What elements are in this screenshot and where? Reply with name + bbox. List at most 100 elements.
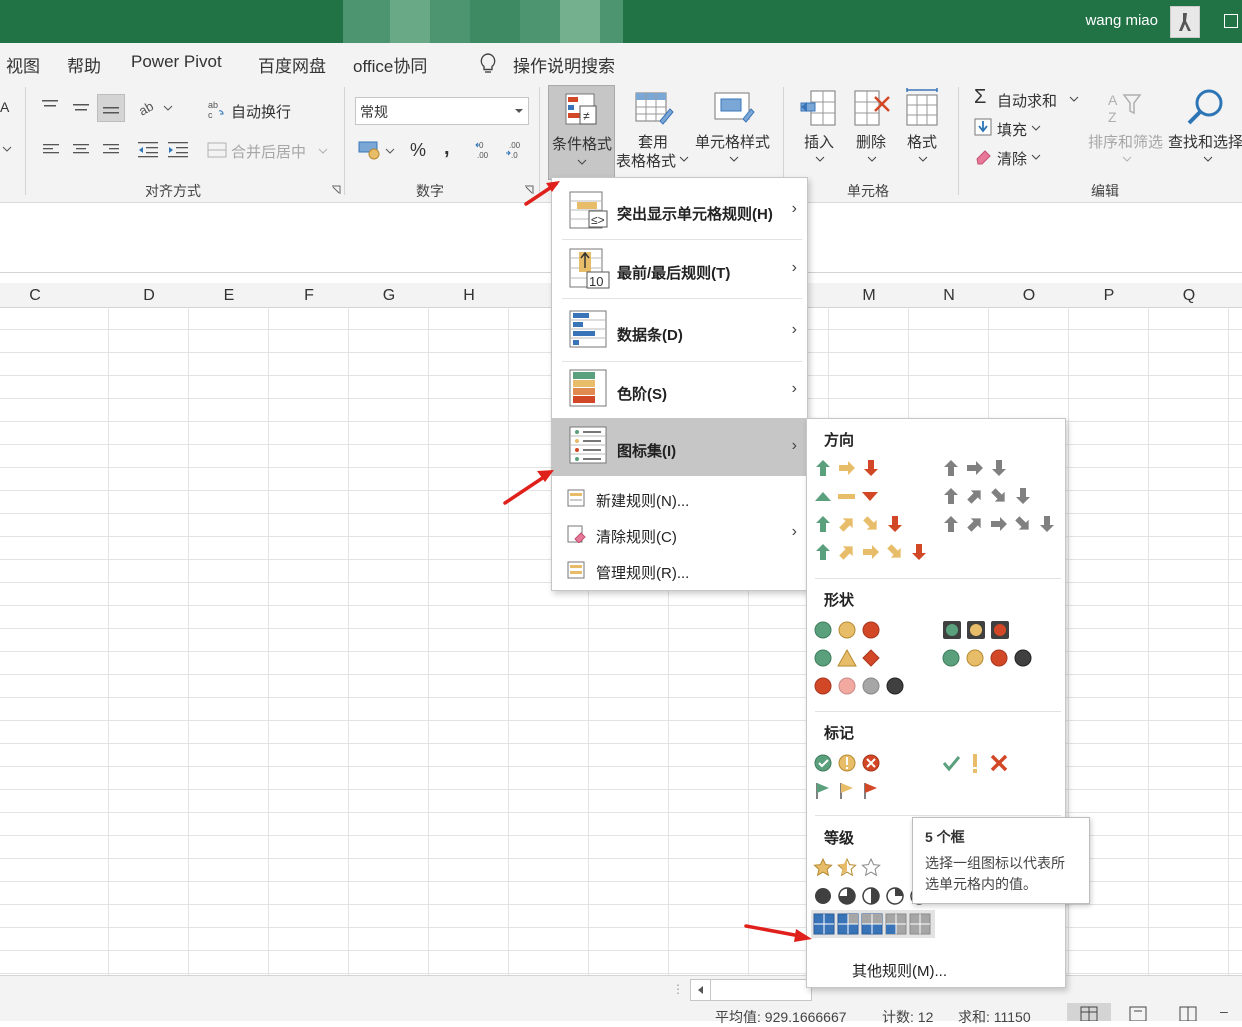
- icon-set-4-arrows-gray[interactable]: [941, 485, 1059, 507]
- normal-view-button[interactable]: [1067, 1003, 1111, 1022]
- svg-text:.00: .00: [477, 151, 489, 160]
- column-header[interactable]: H: [459, 287, 479, 305]
- menu-help[interactable]: 帮助: [67, 52, 101, 77]
- manage-rules-item[interactable]: 管理规则(R)...: [552, 555, 807, 585]
- decrease-indent-icon[interactable]: [137, 141, 159, 159]
- page-break-view-icon[interactable]: [1178, 1005, 1198, 1021]
- data-bars-item[interactable]: 数据条(D) ›: [552, 302, 807, 360]
- increase-decimal-icon[interactable]: 0 .00: [475, 139, 497, 161]
- icon-set-4-red-to-black[interactable]: [813, 675, 913, 697]
- chevron-down-icon[interactable]: [318, 147, 328, 155]
- new-rule-item[interactable]: 新建规则(N)...: [552, 483, 807, 513]
- horizontal-scrollbar[interactable]: [710, 979, 812, 1001]
- more-rules-link[interactable]: 其他规则(M)...: [852, 960, 947, 981]
- sort-filter-button[interactable]: 排序和筛选: [1088, 131, 1163, 152]
- chevron-down-icon[interactable]: [815, 155, 825, 163]
- icon-set-3-symbols-circled[interactable]: [813, 752, 913, 774]
- align-left-icon[interactable]: [42, 143, 60, 157]
- align-center-icon[interactable]: [72, 143, 90, 157]
- insert-button[interactable]: 插入: [804, 131, 834, 152]
- column-header[interactable]: M: [859, 287, 879, 305]
- chevron-down-icon[interactable]: [1122, 155, 1132, 163]
- column-header[interactable]: G: [379, 287, 399, 305]
- chevron-down-icon[interactable]: [679, 155, 689, 163]
- font-size-fragment-icon[interactable]: A: [0, 99, 9, 115]
- dialog-launcher-icon[interactable]: [331, 185, 341, 195]
- percent-style-button[interactable]: %: [410, 140, 426, 161]
- format-button[interactable]: 格式: [907, 131, 937, 152]
- column-header[interactable]: C: [25, 287, 45, 305]
- zoom-out-icon[interactable]: –: [1220, 1003, 1228, 1019]
- color-scales-item[interactable]: 色阶(S) ›: [552, 361, 807, 419]
- icon-set-4-arrows-colored[interactable]: [813, 513, 935, 535]
- menu-view[interactable]: 视图: [6, 52, 40, 77]
- page-layout-view-icon[interactable]: [1128, 1005, 1148, 1021]
- column-header[interactable]: Q: [1179, 287, 1199, 305]
- align-top-icon[interactable]: [40, 99, 60, 113]
- icon-set-4-traffic-lights[interactable]: [941, 647, 1041, 669]
- decrease-decimal-icon[interactable]: .00 .0: [505, 139, 527, 161]
- icon-set-5-quarters[interactable]: [813, 885, 928, 907]
- align-bottom-button[interactable]: [97, 94, 125, 122]
- autosum-button[interactable]: 自动求和: [997, 90, 1057, 111]
- merge-center-button[interactable]: 合并后居中: [231, 141, 306, 162]
- align-middle-icon[interactable]: [71, 101, 91, 115]
- lightbulb-icon[interactable]: [478, 52, 498, 74]
- chevron-down-icon[interactable]: [1203, 155, 1213, 163]
- icon-set-3-stars[interactable]: [813, 857, 913, 879]
- user-name[interactable]: wang miao: [1085, 12, 1158, 29]
- menu-power-pivot[interactable]: Power Pivot: [131, 52, 222, 72]
- increase-indent-icon[interactable]: [167, 141, 189, 159]
- fill-button[interactable]: 填充: [997, 119, 1027, 140]
- chevron-down-icon[interactable]: [918, 155, 928, 163]
- delete-button[interactable]: 删除: [856, 131, 886, 152]
- icon-set-3-traffic-lights-rimmed[interactable]: [941, 619, 1041, 641]
- tell-me-search[interactable]: 操作说明搜索: [513, 52, 615, 77]
- icon-sets-item[interactable]: 图标集(I) ›: [552, 418, 807, 476]
- column-header[interactable]: O: [1019, 287, 1039, 305]
- column-header[interactable]: P: [1099, 287, 1119, 305]
- accounting-format-icon[interactable]: [358, 139, 382, 161]
- format-as-table-label-1[interactable]: 套用: [638, 131, 668, 152]
- chevron-down-icon[interactable]: [1031, 153, 1041, 161]
- chevron-down-icon[interactable]: [867, 155, 877, 163]
- highlight-cells-rules-item[interactable]: ≤> 突出显示单元格规则(H) ›: [552, 181, 807, 239]
- splitter-handle-icon[interactable]: ⋮: [672, 982, 684, 996]
- chevron-down-icon[interactable]: [1031, 124, 1041, 132]
- chevron-down-icon[interactable]: [385, 147, 395, 155]
- column-header[interactable]: E: [219, 287, 239, 305]
- icon-set-3-arrows-gray[interactable]: [941, 457, 1059, 479]
- chevron-down-icon[interactable]: [2, 145, 12, 153]
- menu-office-collab[interactable]: office协同: [353, 52, 427, 77]
- menu-baidu-netdisk[interactable]: 百度网盘: [258, 52, 326, 77]
- icon-set-5-boxes[interactable]: [811, 910, 935, 938]
- icon-set-5-arrows-gray[interactable]: [941, 513, 1059, 535]
- icon-set-3-triangles[interactable]: [813, 485, 935, 507]
- number-format-select[interactable]: 常规: [355, 97, 529, 125]
- icon-set-3-signs[interactable]: [813, 647, 913, 669]
- column-header[interactable]: D: [139, 287, 159, 305]
- scroll-left-button[interactable]: [690, 979, 712, 1001]
- avatar[interactable]: [1170, 6, 1200, 38]
- conditional-formatting-button[interactable]: ≠ 条件格式: [548, 85, 615, 180]
- find-select-button[interactable]: 查找和选择: [1168, 131, 1242, 152]
- clear-button[interactable]: 清除: [997, 148, 1027, 169]
- chevron-down-icon[interactable]: [729, 155, 739, 163]
- align-right-icon[interactable]: [102, 143, 120, 157]
- icon-set-3-traffic-lights[interactable]: [813, 619, 913, 641]
- icon-set-5-arrows-colored[interactable]: [813, 541, 935, 563]
- orientation-icon[interactable]: ab: [138, 99, 176, 117]
- restore-window-icon[interactable]: [1224, 14, 1238, 28]
- icon-set-3-symbols[interactable]: [941, 752, 1041, 774]
- column-header[interactable]: F: [299, 287, 319, 305]
- clear-rules-item[interactable]: 清除规则(C) ›: [552, 519, 807, 549]
- chevron-down-icon[interactable]: [1069, 95, 1079, 103]
- icon-set-3-arrows-colored[interactable]: [813, 457, 935, 479]
- wrap-text-button[interactable]: 自动换行: [231, 101, 291, 122]
- cell-styles-button[interactable]: 单元格样式: [695, 131, 770, 152]
- column-header[interactable]: N: [939, 287, 959, 305]
- format-as-table-label-2[interactable]: 表格格式: [616, 150, 676, 171]
- icon-set-3-flags[interactable]: [813, 780, 913, 802]
- comma-style-button[interactable]: ,: [444, 137, 450, 160]
- top-bottom-rules-item[interactable]: 10 最前/最后规则(T) ›: [552, 240, 807, 298]
